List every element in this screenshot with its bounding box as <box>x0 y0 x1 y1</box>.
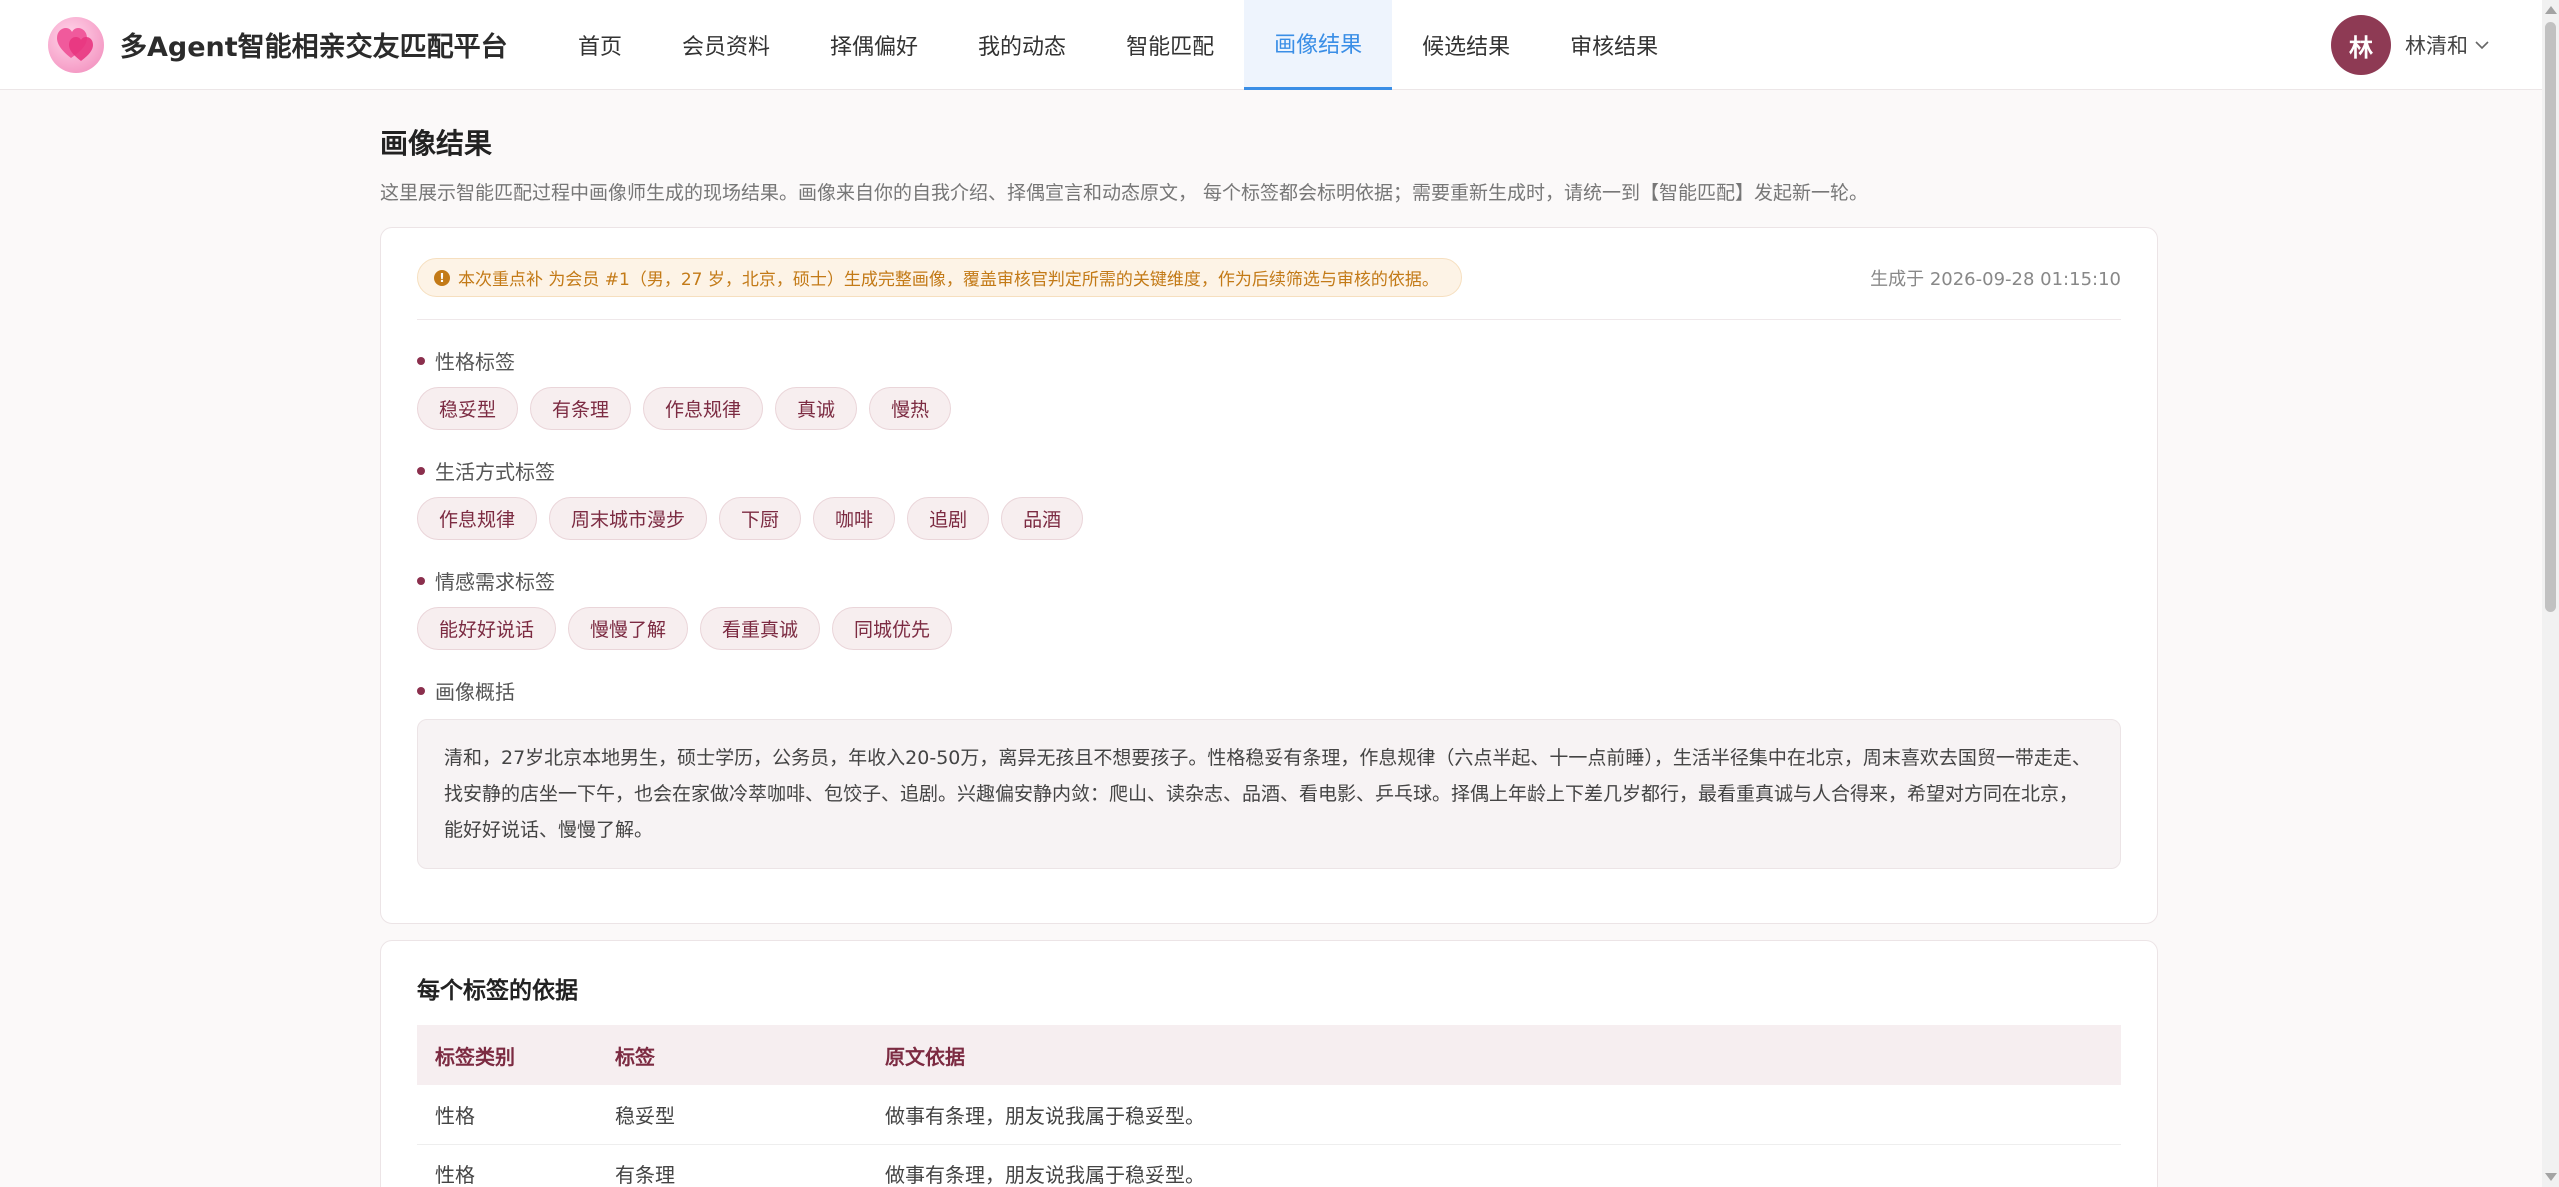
table-row: 性格 有条理 做事有条理，朋友说我属于稳妥型。 <box>417 1144 2121 1187</box>
main-nav: 首页 会员资料 择偶偏好 我的动态 智能匹配 画像结果 候选结果 审核结果 <box>548 0 1688 90</box>
lifestyle-tags: 作息规律 周末城市漫步 下厨 咖啡 追剧 品酒 <box>417 497 2121 540</box>
emotional-section-label: 情感需求标签 <box>417 566 2121 595</box>
table-row: 性格 稳妥型 做事有条理，朋友说我属于稳妥型。 <box>417 1085 2121 1145</box>
vertical-scrollbar[interactable] <box>2542 0 2559 1187</box>
table-cell: 做事有条理，朋友说我属于稳妥型。 <box>867 1144 2121 1187</box>
lifestyle-label-text: 生活方式标签 <box>435 460 555 484</box>
brand[interactable]: 多Agent智能相亲交友匹配平台 <box>48 16 548 73</box>
tag: 作息规律 <box>643 387 764 430</box>
bullet-dot-icon <box>417 686 425 695</box>
chevron-down-icon <box>2475 41 2489 50</box>
tag: 慢热 <box>869 387 952 430</box>
tag: 同城优先 <box>832 607 953 650</box>
column-header: 原文依据 <box>867 1025 2121 1085</box>
avatar: 林 <box>2331 15 2391 75</box>
summary-label-text: 画像概括 <box>435 680 515 704</box>
page-description: 这里展示智能匹配过程中画像师生成的现场结果。画像来自你的自我介绍、择偶宣言和动态… <box>380 182 1869 204</box>
tag: 下厨 <box>719 497 802 540</box>
generated-time: 生成于 2026-09-28 01:15:10 <box>1870 268 2121 290</box>
bullet-dot-icon <box>417 466 425 475</box>
tag-basis-card: 每个标签的依据 标签类别 标签 原文依据 性格 稳妥型 做事有条理，朋友说我属于… <box>380 940 2158 1187</box>
tag: 品酒 <box>1001 497 1084 540</box>
tag: 追剧 <box>907 497 990 540</box>
bullet-dot-icon <box>417 576 425 585</box>
tag: 作息规律 <box>417 497 538 540</box>
lifestyle-section-label: 生活方式标签 <box>417 456 2121 485</box>
top-header: 多Agent智能相亲交友匹配平台 首页 会员资料 择偶偏好 我的动态 智能匹配 … <box>0 0 2542 90</box>
tag: 能好好说话 <box>417 607 557 650</box>
heart-logo-icon <box>48 16 104 73</box>
table-cell: 稳妥型 <box>597 1085 867 1145</box>
tag: 周末城市漫步 <box>549 497 708 540</box>
table-cell: 做事有条理，朋友说我属于稳妥型。 <box>867 1085 2121 1145</box>
nav-my-posts[interactable]: 我的动态 <box>948 0 1096 90</box>
tag: 真诚 <box>775 387 858 430</box>
emotional-tags: 能好好说话 慢慢了解 看重真诚 同城优先 <box>417 607 2121 650</box>
personality-label-text: 性格标签 <box>435 350 515 374</box>
nav-smart-match[interactable]: 智能匹配 <box>1096 0 1244 90</box>
tag-basis-table: 标签类别 标签 原文依据 性格 稳妥型 做事有条理，朋友说我属于稳妥型。 性格 … <box>417 1025 2121 1187</box>
tag: 看重真诚 <box>700 607 821 650</box>
scroll-down-arrow-icon[interactable] <box>2545 1173 2557 1181</box>
user-menu[interactable]: 林 林清和 <box>2331 15 2492 75</box>
tag: 有条理 <box>530 387 632 430</box>
nav-candidate-result[interactable]: 候选结果 <box>1392 0 1540 90</box>
page-title: 画像结果 <box>380 127 493 160</box>
summary-text: 清和，27岁北京本地男生，硕士学历，公务员，年收入20-50万，离异无孩且不想要… <box>417 719 2121 869</box>
summary-section-label: 画像概括 <box>417 676 2121 705</box>
tag-basis-title: 每个标签的依据 <box>417 978 578 1004</box>
emotional-label-text: 情感需求标签 <box>435 570 555 594</box>
notice-banner: ! 本次重点补 为会员 #1（男，27 岁，北京，硕士）生成完整画像，覆盖审核官… <box>417 258 1462 297</box>
page-content: 画像结果 这里展示智能匹配过程中画像师生成的现场结果。画像来自你的自我介绍、择偶… <box>380 90 2158 1187</box>
personality-section-label: 性格标签 <box>417 346 2121 375</box>
scroll-thumb[interactable] <box>2545 22 2556 612</box>
app-title: 多Agent智能相亲交友匹配平台 <box>120 32 508 63</box>
user-name: 林清和 <box>2405 34 2468 58</box>
table-cell: 有条理 <box>597 1144 867 1187</box>
portrait-card-header: ! 本次重点补 为会员 #1（男，27 岁，北京，硕士）生成完整画像，覆盖审核官… <box>417 258 2121 320</box>
column-header: 标签类别 <box>417 1025 597 1085</box>
personality-tags: 稳妥型 有条理 作息规律 真诚 慢热 <box>417 387 2121 430</box>
table-cell: 性格 <box>417 1144 597 1187</box>
table-header-row: 标签类别 标签 原文依据 <box>417 1025 2121 1085</box>
nav-review-result[interactable]: 审核结果 <box>1540 0 1688 90</box>
tag: 慢慢了解 <box>568 607 689 650</box>
nav-partner-preference[interactable]: 择偶偏好 <box>800 0 948 90</box>
info-icon: ! <box>434 269 450 286</box>
nav-portrait-result[interactable]: 画像结果 <box>1244 0 1393 90</box>
tag: 咖啡 <box>813 497 896 540</box>
tag: 稳妥型 <box>417 387 519 430</box>
nav-home[interactable]: 首页 <box>548 0 652 90</box>
table-cell: 性格 <box>417 1085 597 1145</box>
column-header: 标签 <box>597 1025 867 1085</box>
scroll-up-arrow-icon[interactable] <box>2545 6 2557 14</box>
notice-text: 本次重点补 为会员 #1（男，27 岁，北京，硕士）生成完整画像，覆盖审核官判定… <box>458 270 1439 290</box>
portrait-card: ! 本次重点补 为会员 #1（男，27 岁，北京，硕士）生成完整画像，覆盖审核官… <box>380 227 2158 924</box>
nav-member-profile[interactable]: 会员资料 <box>652 0 800 90</box>
bullet-dot-icon <box>417 356 425 365</box>
